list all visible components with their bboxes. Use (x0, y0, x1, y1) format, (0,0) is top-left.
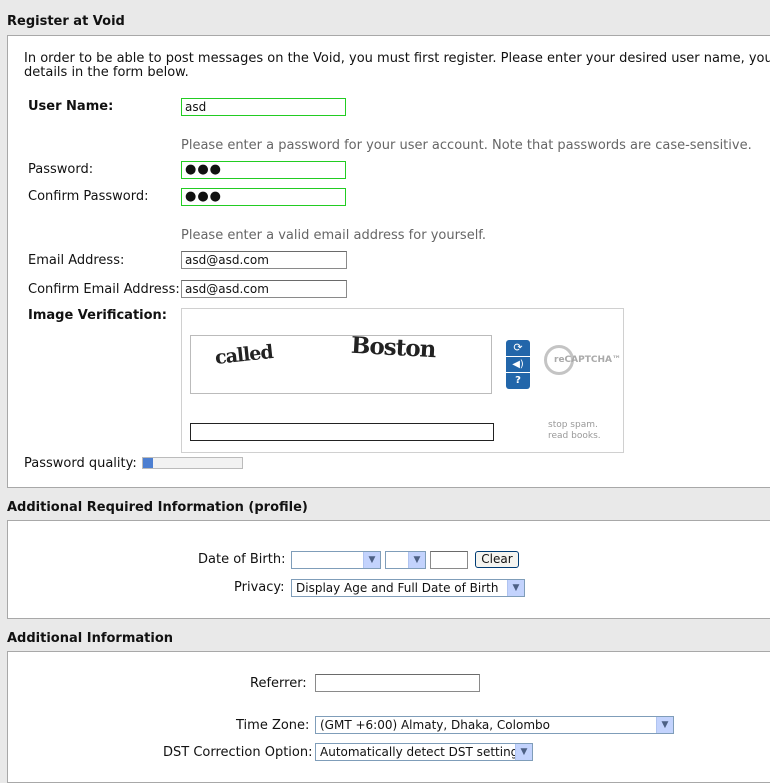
intro-text-line1: In order to be able to post messages on … (24, 51, 770, 66)
dst-value: Automatically detect DST settings (320, 745, 525, 759)
referrer-input[interactable] (315, 674, 480, 692)
privacy-select[interactable]: Display Age and Full Date of Birth ▼ (291, 579, 525, 597)
chevron-down-icon: ▼ (408, 552, 425, 568)
intro-text-line2: details in the form below. (24, 65, 189, 80)
referrer-label: Referrer: (250, 676, 307, 691)
dob-month-select[interactable]: ▼ (291, 551, 381, 569)
profile-panel: Date of Birth: ▼ ▼ Clear Privacy: Displa… (7, 520, 770, 619)
password-input[interactable]: ●●● (181, 161, 346, 179)
confirm-email-label: Confirm Email Address: (28, 282, 180, 297)
register-header: Register at Void (7, 14, 125, 29)
additional-panel: Referrer: Time Zone: (GMT +6:00) Almaty,… (7, 651, 770, 783)
confirm-password-input[interactable]: ●●● (181, 188, 346, 206)
password-quality-label: Password quality: (24, 456, 137, 471)
captcha-image: called Boston (190, 335, 492, 394)
speaker-icon[interactable]: ◀) (506, 357, 530, 372)
chevron-down-icon: ▼ (363, 552, 380, 568)
timezone-label: Time Zone: (236, 718, 310, 733)
email-hint: Please enter a valid email address for y… (181, 228, 487, 243)
confirm-password-label: Confirm Password: (28, 189, 149, 204)
chevron-down-icon: ▼ (515, 744, 532, 760)
recaptcha-tagline2: read books. (548, 431, 601, 441)
timezone-value: (GMT +6:00) Almaty, Dhaka, Colombo (320, 718, 550, 732)
image-verification-label: Image Verification: (28, 308, 168, 323)
timezone-select[interactable]: (GMT +6:00) Almaty, Dhaka, Colombo ▼ (315, 716, 674, 734)
captcha-word2: Boston (350, 335, 437, 364)
username-label: User Name: (28, 99, 114, 114)
password-quality-fill (143, 458, 153, 468)
password-quality-bar (142, 457, 243, 469)
privacy-label: Privacy: (234, 580, 285, 595)
dob-label: Date of Birth: (198, 552, 286, 567)
password-hint: Please enter a password for your user ac… (181, 138, 752, 153)
help-icon[interactable]: ? (506, 373, 530, 389)
additional-header: Additional Information (7, 631, 174, 646)
chevron-down-icon: ▼ (656, 717, 673, 733)
privacy-value: Display Age and Full Date of Birth (296, 581, 499, 595)
refresh-icon[interactable]: ⟳ (506, 340, 530, 356)
recaptcha-tagline1: stop spam. (548, 420, 598, 430)
clear-button[interactable]: Clear (475, 551, 519, 568)
captcha-word1: called (214, 341, 274, 369)
dst-label: DST Correction Option: (163, 745, 313, 760)
register-panel: In order to be able to post messages on … (7, 35, 770, 488)
confirm-email-input[interactable]: asd@asd.com (181, 280, 347, 298)
email-input[interactable]: asd@asd.com (181, 251, 347, 269)
dst-select[interactable]: Automatically detect DST settings ▼ (315, 743, 533, 761)
recaptcha-widget: called Boston ⟳ ◀) ? reCAPTCHA™ stop spa… (181, 308, 624, 453)
dob-year-input[interactable] (430, 551, 468, 569)
recaptcha-logo-text: reCAPTCHA™ (554, 355, 621, 365)
profile-header: Additional Required Information (profile… (7, 500, 308, 515)
password-label: Password: (28, 162, 94, 177)
captcha-response-input[interactable] (190, 423, 494, 441)
username-input[interactable]: asd (181, 98, 346, 116)
chevron-down-icon: ▼ (507, 580, 524, 596)
email-label: Email Address: (28, 253, 125, 268)
dob-day-select[interactable]: ▼ (385, 551, 426, 569)
